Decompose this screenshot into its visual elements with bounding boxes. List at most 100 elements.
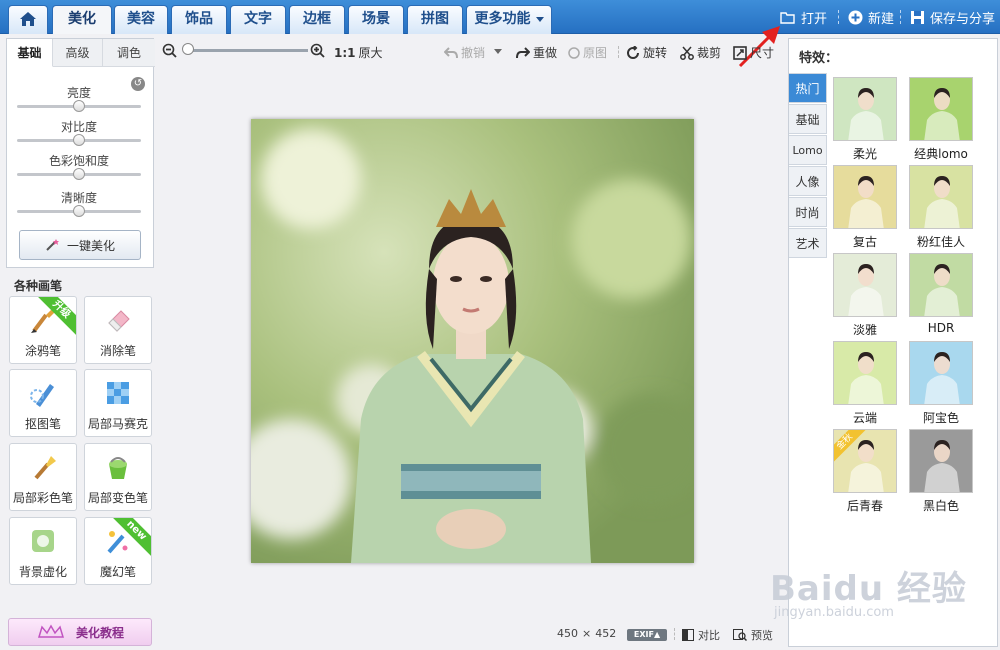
effect-preview-image — [834, 342, 896, 404]
slider-knob[interactable] — [73, 134, 85, 146]
beautify-tutorial-button[interactable]: 美化教程 — [8, 618, 152, 646]
rotate-button[interactable]: 旋转 — [626, 44, 667, 61]
undo-icon — [444, 46, 458, 58]
actual-size-button[interactable]: 1:1 原大 — [334, 44, 383, 61]
tab-frame[interactable]: 边框 — [289, 5, 345, 34]
effect-thumbnail[interactable] — [909, 341, 973, 405]
compare-button[interactable]: 对比 — [682, 627, 720, 643]
brush-label: 背景虚化 — [18, 565, 67, 579]
tab-beautify[interactable]: 美化 — [52, 5, 112, 34]
effect-category-fashion[interactable]: 时尚 — [789, 197, 827, 227]
effect-preview-image — [834, 166, 896, 228]
top-menu-bar: 美化 美容 饰品 文字 边框 场景 拼图 更多功能 打开 新建 保存与分享 — [0, 0, 1000, 34]
zoom-out-icon[interactable] — [162, 43, 178, 59]
effect-thumbnail[interactable] — [909, 429, 973, 493]
effect-thumbnail[interactable]: 金秋 — [833, 429, 897, 493]
divider — [900, 10, 901, 24]
brush-label: 局部马赛克 — [87, 417, 148, 431]
tab-home[interactable] — [8, 5, 48, 34]
photo-canvas[interactable] — [251, 119, 694, 563]
dimension-separator: × — [582, 627, 592, 640]
redo-button[interactable]: 重做 — [516, 44, 557, 61]
compare-label: 对比 — [698, 629, 720, 642]
tab-scene[interactable]: 场景 — [348, 5, 404, 34]
effect-label: HDR — [927, 321, 955, 335]
effect-category-art[interactable]: 艺术 — [789, 228, 827, 258]
mosaic-brush-button[interactable]: 局部马赛克 — [84, 369, 152, 437]
brightness-label: 亮度 — [66, 86, 91, 100]
slider-knob[interactable] — [73, 168, 85, 180]
slider-track[interactable] — [17, 205, 141, 217]
tutorial-label: 美化教程 — [75, 625, 124, 640]
tab-color-tune[interactable]: 调色 — [103, 39, 155, 67]
slider-track[interactable] — [17, 100, 141, 112]
portrait-photo — [251, 119, 694, 563]
rotate-icon — [627, 45, 639, 59]
undo-label: 撤销 — [461, 46, 486, 60]
exif-button[interactable]: EXIF▲ — [627, 629, 667, 641]
crop-button[interactable]: 裁剪 — [680, 44, 721, 61]
tab-more-features[interactable]: 更多功能 — [466, 5, 552, 34]
local-recolor-brush-button[interactable]: 局部变色笔 — [84, 443, 152, 511]
preview-button[interactable]: 预览 — [733, 627, 773, 643]
background-blur-button[interactable]: 背景虚化 — [9, 517, 77, 585]
image-height: 452 — [595, 627, 617, 640]
sharpness-slider[interactable]: 清晰度 — [17, 189, 141, 217]
zoom-slider-knob[interactable] — [182, 43, 194, 55]
slider-knob[interactable] — [73, 205, 85, 217]
effect-category-lomo[interactable]: Lomo — [789, 135, 827, 165]
effect-thumbnail[interactable] — [909, 253, 973, 317]
effect-category-portrait[interactable]: 人像 — [789, 166, 827, 196]
open-button[interactable]: 打开 — [780, 8, 827, 27]
ratio-label: 1:1 — [334, 45, 356, 60]
undo-history-dropdown-icon[interactable] — [494, 49, 502, 54]
tab-beauty[interactable]: 美容 — [114, 5, 168, 34]
effect-thumbnail[interactable] — [833, 341, 897, 405]
original-size-label: 原大 — [358, 46, 383, 60]
slider-track[interactable] — [17, 134, 141, 146]
tab-basic[interactable]: 基础 — [7, 39, 53, 67]
undo-button[interactable]: 撤销 — [444, 44, 485, 61]
effect-thumbnail[interactable] — [909, 165, 973, 229]
effect-thumbnail[interactable] — [909, 77, 973, 141]
eraser-brush-button[interactable]: 消除笔 — [84, 296, 152, 364]
saturation-slider[interactable]: 色彩饱和度 — [17, 152, 141, 180]
effect-category-hot[interactable]: 热门 — [789, 73, 827, 103]
slider-knob[interactable] — [73, 100, 85, 112]
brightness-slider[interactable]: 亮度 — [17, 84, 141, 112]
new-button[interactable]: 新建 — [848, 8, 894, 27]
tab-text[interactable]: 文字 — [230, 5, 286, 34]
crop-label: 裁剪 — [697, 46, 722, 60]
effect-label: 云端 — [852, 411, 877, 425]
resize-button[interactable]: 尺寸 — [733, 44, 774, 61]
effect-thumbnail[interactable] — [833, 253, 897, 317]
original-image-button[interactable]: 原图 — [568, 44, 607, 61]
save-share-label: 保存与分享 — [930, 12, 996, 27]
save-disk-icon — [911, 11, 924, 24]
one-key-label: 一键美化 — [66, 238, 115, 253]
save-share-button[interactable]: 保存与分享 — [910, 8, 995, 27]
zoom-in-icon[interactable] — [310, 43, 326, 59]
tab-collage[interactable]: 拼图 — [407, 5, 463, 34]
effect-preview-image — [910, 254, 972, 316]
magic-brush-button[interactable]: new 魔幻笔 — [84, 517, 152, 585]
cutout-brush-button[interactable]: 抠图笔 — [9, 369, 77, 437]
image-dimensions: 450 × 452 — [557, 627, 616, 640]
tab-more-label: 更多功能 — [474, 11, 531, 27]
local-color-brush-button[interactable]: 局部彩色笔 — [9, 443, 77, 511]
slider-track[interactable] — [17, 168, 141, 180]
effect-label: 经典lomo — [914, 147, 968, 161]
effect-category-basic[interactable]: 基础 — [789, 104, 827, 134]
effect-thumbnail[interactable] — [833, 77, 897, 141]
cutout-pen-icon — [30, 384, 54, 407]
effect-label: 黑白色 — [922, 499, 959, 513]
chevron-down-icon — [535, 16, 544, 22]
graffiti-brush-button[interactable]: 升级 涂鸦笔 — [9, 296, 77, 364]
one-key-beautify-button[interactable]: 一键美化 — [19, 230, 141, 260]
zoom-slider[interactable] — [184, 49, 308, 52]
contrast-slider[interactable]: 对比度 — [17, 118, 141, 146]
effect-thumbnail[interactable] — [833, 165, 897, 229]
brush-label: 局部变色笔 — [87, 491, 148, 505]
tab-advanced[interactable]: 高级 — [53, 39, 103, 67]
tab-accessories[interactable]: 饰品 — [171, 5, 227, 34]
